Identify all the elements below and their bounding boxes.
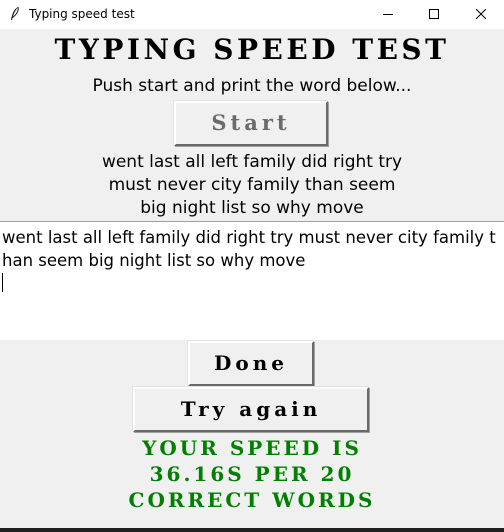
try-again-button[interactable]: Try again xyxy=(133,387,369,432)
result-line: Your speed is xyxy=(142,436,362,460)
minimize-button[interactable] xyxy=(365,0,411,29)
target-line: must never city family than seem xyxy=(108,175,396,195)
typing-input[interactable]: went last all left family did right try … xyxy=(0,221,504,340)
result-label: Your speed is 36.16s per 20 correct word… xyxy=(0,435,504,513)
text-cursor xyxy=(2,273,3,292)
start-button[interactable]: Start xyxy=(174,101,328,146)
close-button[interactable] xyxy=(458,0,504,29)
title-bar[interactable]: Typing speed test xyxy=(0,0,504,29)
window-bottom-edge xyxy=(0,528,504,532)
typed-text: went last all left family did right try … xyxy=(2,228,496,270)
target-words: went last all left family did right try … xyxy=(0,151,504,220)
close-icon xyxy=(476,9,486,19)
target-line: big night list so why move xyxy=(140,198,364,218)
maximize-button[interactable] xyxy=(411,0,457,29)
app-heading: Typing speed test xyxy=(54,33,450,66)
maximize-icon xyxy=(429,9,439,19)
minimize-icon xyxy=(383,14,393,15)
done-button[interactable]: Done xyxy=(188,341,314,386)
feather-icon xyxy=(7,6,23,22)
result-line: 36.16s per 20 xyxy=(149,462,355,486)
result-line: correct words xyxy=(128,488,376,512)
window-title: Typing speed test xyxy=(29,7,135,21)
instruction-label: Push start and print the word below... xyxy=(92,76,412,96)
target-line: went last all left family did right try xyxy=(101,152,403,172)
